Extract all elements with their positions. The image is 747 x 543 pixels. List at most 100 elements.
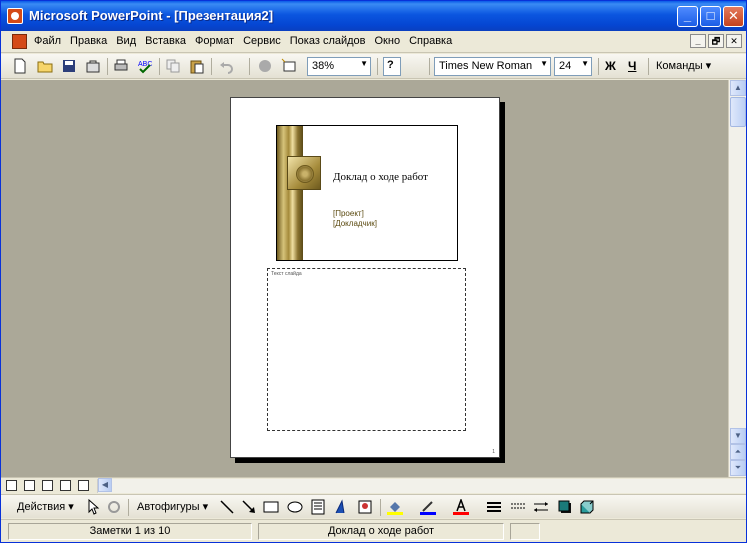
zoom-dropdown[interactable]: 38% ▼ [307, 57, 371, 76]
document-window-controls: _ 🗗 ✕ [690, 34, 742, 48]
maximize-button[interactable]: □ [700, 6, 721, 27]
status-design-template: Доклад о ходе работ [258, 523, 504, 540]
slide-subtitle-presenter: [Докладчик] [333, 219, 377, 228]
menu-view[interactable]: Вид [116, 35, 136, 47]
menu-tools[interactable]: Сервис [243, 35, 281, 47]
paste-icon[interactable] [189, 58, 205, 74]
menu-file[interactable]: Файл [34, 35, 61, 47]
spelling-icon[interactable]: ABC [137, 58, 153, 74]
print-icon[interactable] [113, 58, 129, 74]
powerpoint-app-icon[interactable] [7, 8, 23, 24]
hyperlink-icon[interactable] [257, 58, 273, 74]
standard-toolbar: ABC 38% ▼ ? Times New Roman ▼ 24 ▼ Ж Ч К… [1, 54, 746, 79]
open-folder-icon[interactable] [37, 58, 53, 74]
chevron-down-icon: ▼ [540, 59, 548, 68]
svg-text:ABC: ABC [138, 61, 152, 68]
menu-slideshow[interactable]: Показ слайдов [290, 35, 366, 47]
next-slide-icon[interactable]: ⏷ [730, 460, 746, 476]
toolbar-separator [128, 499, 129, 516]
select-pointer-icon[interactable] [85, 499, 101, 515]
commands-label: Команды [656, 60, 703, 72]
scroll-up-icon[interactable]: ▲ [730, 80, 746, 96]
font-name-value: Times New Roman [439, 60, 533, 72]
font-color-icon[interactable] [453, 499, 469, 515]
menu-help[interactable]: Справка [409, 35, 452, 47]
doc-minimize-button[interactable]: _ [690, 34, 706, 48]
slide-view-icon[interactable] [42, 480, 53, 491]
font-name-dropdown[interactable]: Times New Roman ▼ [434, 57, 551, 76]
3d-style-icon[interactable] [579, 499, 595, 515]
vertical-scrollbar[interactable]: ▲ ▼ ⏶ ⏷ [728, 80, 746, 477]
view-bar: ◀ [1, 477, 746, 493]
menu-edit[interactable]: Правка [70, 35, 107, 47]
normal-view-icon[interactable] [6, 480, 17, 491]
font-size-value: 24 [559, 60, 572, 72]
autoshapes-menu-button[interactable]: Автофигуры ▾ [137, 500, 208, 513]
rotate-icon[interactable] [106, 499, 122, 515]
close-button[interactable]: ✕ [723, 6, 744, 27]
underline-button[interactable]: Ч [628, 59, 636, 73]
notes-placeholder-text: Текст слайда [271, 271, 302, 277]
toolbar-separator [429, 58, 430, 75]
slide-thumbnail[interactable]: Доклад о ходе работ [Проект] [Докладчик] [276, 125, 458, 261]
window-title: Microsoft PowerPoint - [Презентация2] [29, 8, 274, 23]
arrow-style-icon[interactable] [533, 499, 549, 515]
save-icon[interactable] [61, 58, 77, 74]
menu-items: Файл Правка Вид Вставка Формат Сервис По… [34, 35, 452, 47]
document-icon[interactable] [12, 34, 27, 49]
clipart-icon[interactable] [357, 499, 373, 515]
outline-view-icon[interactable] [24, 480, 35, 491]
drawing-toolbar: Действия ▾ Автофигуры ▾ [1, 494, 746, 518]
dash-style-icon[interactable] [510, 499, 526, 515]
minimize-button[interactable]: _ [677, 6, 698, 27]
menu-bar: Файл Правка Вид Вставка Формат Сервис По… [1, 31, 746, 53]
line-icon[interactable] [219, 499, 235, 515]
scroll-thumb[interactable] [730, 97, 746, 127]
undo-icon[interactable] [218, 58, 234, 74]
doc-close-button[interactable]: ✕ [726, 34, 742, 48]
font-size-dropdown[interactable]: 24 ▼ [554, 57, 592, 76]
wordart-icon[interactable] [334, 499, 350, 515]
menu-format[interactable]: Формат [195, 35, 234, 47]
chevron-down-icon: ▼ [360, 59, 368, 68]
copy-icon[interactable] [165, 58, 181, 74]
page-number: 1 [492, 449, 495, 455]
line-style-icon[interactable] [486, 499, 502, 515]
help-button[interactable]: ? [383, 57, 401, 76]
menu-window[interactable]: Окно [375, 35, 401, 47]
horizontal-scrollbar[interactable]: ◀ [97, 478, 746, 493]
scroll-left-icon[interactable]: ◀ [98, 478, 112, 492]
rectangle-icon[interactable] [263, 499, 279, 515]
notes-placeholder-box[interactable]: Текст слайда [267, 268, 466, 431]
doc-restore-button[interactable]: 🗗 [708, 34, 724, 48]
chevron-down-icon: ▼ [581, 59, 589, 68]
line-color-icon[interactable] [420, 499, 436, 515]
permission-icon[interactable] [85, 58, 101, 74]
slide-sorter-view-icon[interactable] [60, 480, 71, 491]
toolbar-separator [107, 58, 108, 75]
shadow-style-icon[interactable] [557, 499, 573, 515]
chevron-down-icon: ▾ [202, 501, 209, 513]
notes-page[interactable]: Доклад о ходе работ [Проект] [Докладчик]… [230, 97, 500, 458]
oval-icon[interactable] [287, 499, 303, 515]
arrow-icon[interactable] [241, 499, 257, 515]
zoom-value: 38% [312, 60, 335, 72]
new-document-icon[interactable] [12, 58, 28, 74]
slideshow-view-icon[interactable] [78, 480, 89, 491]
bold-button[interactable]: Ж [605, 59, 616, 73]
toolbar-separator [377, 58, 378, 75]
actions-menu-button[interactable]: Действия ▾ [17, 500, 74, 513]
slide-subtitle-project: [Проект] [333, 209, 364, 218]
fill-color-icon[interactable] [387, 499, 403, 515]
toolbar-separator [598, 58, 599, 75]
status-notes-page: Заметки 1 из 10 [8, 523, 252, 540]
workspace[interactable]: Доклад о ходе работ [Проект] [Докладчик]… [1, 80, 728, 477]
textbox-icon[interactable] [310, 499, 326, 515]
previous-slide-icon[interactable]: ⏶ [730, 444, 746, 460]
scroll-down-icon[interactable]: ▼ [730, 428, 746, 444]
new-slide-icon[interactable] [281, 58, 297, 74]
app-window: Microsoft PowerPoint - [Презентация2] _ … [0, 0, 747, 543]
title-bar[interactable]: Microsoft PowerPoint - [Презентация2] _ … [1, 1, 746, 31]
menu-insert[interactable]: Вставка [145, 35, 186, 47]
commands-button[interactable]: Команды ▾ [656, 59, 711, 72]
